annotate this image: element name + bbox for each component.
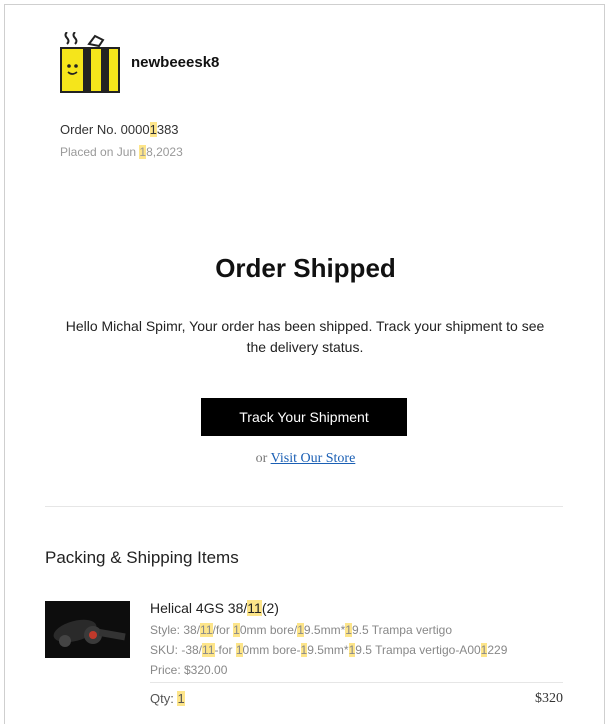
quantity-row: Qty: 1 $320 (150, 682, 563, 706)
line-total: $320 (535, 691, 563, 706)
bee-stripes-logo-icon (60, 32, 120, 93)
list-item: Helical 4GS 38/11(2) Style: 38/11/for 10… (150, 600, 564, 680)
product-image[interactable] (45, 601, 130, 658)
order-date: Placed on Jun 18,2023 (60, 145, 183, 159)
qty-label: Qty: (150, 691, 178, 706)
store-link-row: or Visit Our Store (0, 451, 611, 467)
or-text: or (255, 451, 268, 466)
page-title: Order Shipped (215, 253, 396, 283)
shipment-message: Hello Michal Spimr, Your order has been … (65, 318, 545, 355)
order-number: Order No. 00001383 (60, 122, 179, 137)
qty-value: 1 (177, 691, 185, 706)
visit-store-link[interactable]: Visit Our Store (271, 451, 356, 466)
item-sku: SKU: -38/11-for 10mm bore-19.5mm*19.5 Tr… (150, 643, 508, 657)
track-shipment-button[interactable]: Track Your Shipment (201, 398, 407, 436)
section-title: Packing & Shipping Items (45, 548, 239, 567)
item-name[interactable]: Helical 4GS 38/11(2) (150, 600, 564, 616)
divider (45, 506, 563, 507)
item-price: Price: $320.00 (150, 663, 228, 677)
item-style: Style: 38/11/for 10mm bore/19.5mm*19.5 T… (150, 623, 452, 637)
brand-name: newbeeesk8 (131, 54, 220, 71)
